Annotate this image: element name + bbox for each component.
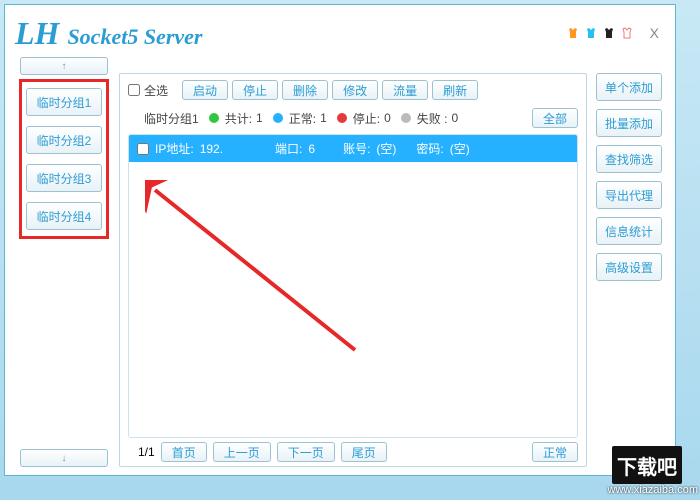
theme-icons[interactable]	[566, 26, 634, 40]
single-add-button[interactable]: 单个添加	[596, 73, 662, 101]
delete-button[interactable]: 删除	[282, 80, 328, 100]
page-indicator: 1/1	[138, 445, 155, 459]
dot-failed-icon	[401, 113, 411, 123]
export-proxy-button[interactable]: 导出代理	[596, 181, 662, 209]
scroll-down-button[interactable]: ↓	[20, 449, 108, 467]
stop-button[interactable]: 停止	[232, 80, 278, 100]
group-item-2[interactable]: 临时分组2	[26, 126, 102, 154]
watermark: www.xiazaiba.com	[608, 484, 698, 496]
advanced-settings-button[interactable]: 高级设置	[596, 253, 662, 281]
dot-stopped-icon	[337, 113, 347, 123]
select-all-checkbox[interactable]: 全选	[128, 82, 168, 99]
first-page-button[interactable]: 首页	[161, 442, 207, 462]
edit-button[interactable]: 修改	[332, 80, 378, 100]
group-list: 临时分组1 临时分组2 临时分组3 临时分组4	[19, 79, 109, 239]
info-stats-button[interactable]: 信息统计	[596, 217, 662, 245]
last-page-button[interactable]: 尾页	[341, 442, 387, 462]
scroll-up-button[interactable]: ↑	[20, 57, 108, 75]
dot-normal-icon	[273, 113, 283, 123]
refresh-button[interactable]: 刷新	[432, 80, 478, 100]
dot-total-icon	[209, 113, 219, 123]
search-filter-button[interactable]: 查找筛选	[596, 145, 662, 173]
prev-page-button[interactable]: 上一页	[213, 442, 271, 462]
status-filter-button[interactable]: 正常	[532, 442, 578, 462]
close-icon[interactable]: X	[644, 25, 665, 41]
group-item-4[interactable]: 临时分组4	[26, 202, 102, 230]
group-item-1[interactable]: 临时分组1	[26, 88, 102, 116]
group-item-3[interactable]: 临时分组3	[26, 164, 102, 192]
traffic-button[interactable]: 流量	[382, 80, 428, 100]
row-checkbox[interactable]	[137, 143, 149, 155]
all-button[interactable]: 全部	[532, 108, 578, 128]
app-title: LHSocket5 Server	[15, 15, 202, 52]
start-button[interactable]: 启动	[182, 80, 228, 100]
status-bar: 临时分组1 共计:1 正常:1 停止:0 失败 :0 全部	[144, 108, 578, 128]
download-badge: 下载吧	[612, 446, 682, 484]
next-page-button[interactable]: 下一页	[277, 442, 335, 462]
proxy-list: IP地址:192. 端口:6 账号:(空) 密码:(空)	[128, 134, 578, 438]
batch-add-button[interactable]: 批量添加	[596, 109, 662, 137]
proxy-row[interactable]: IP地址:192. 端口:6 账号:(空) 密码:(空)	[129, 135, 577, 162]
